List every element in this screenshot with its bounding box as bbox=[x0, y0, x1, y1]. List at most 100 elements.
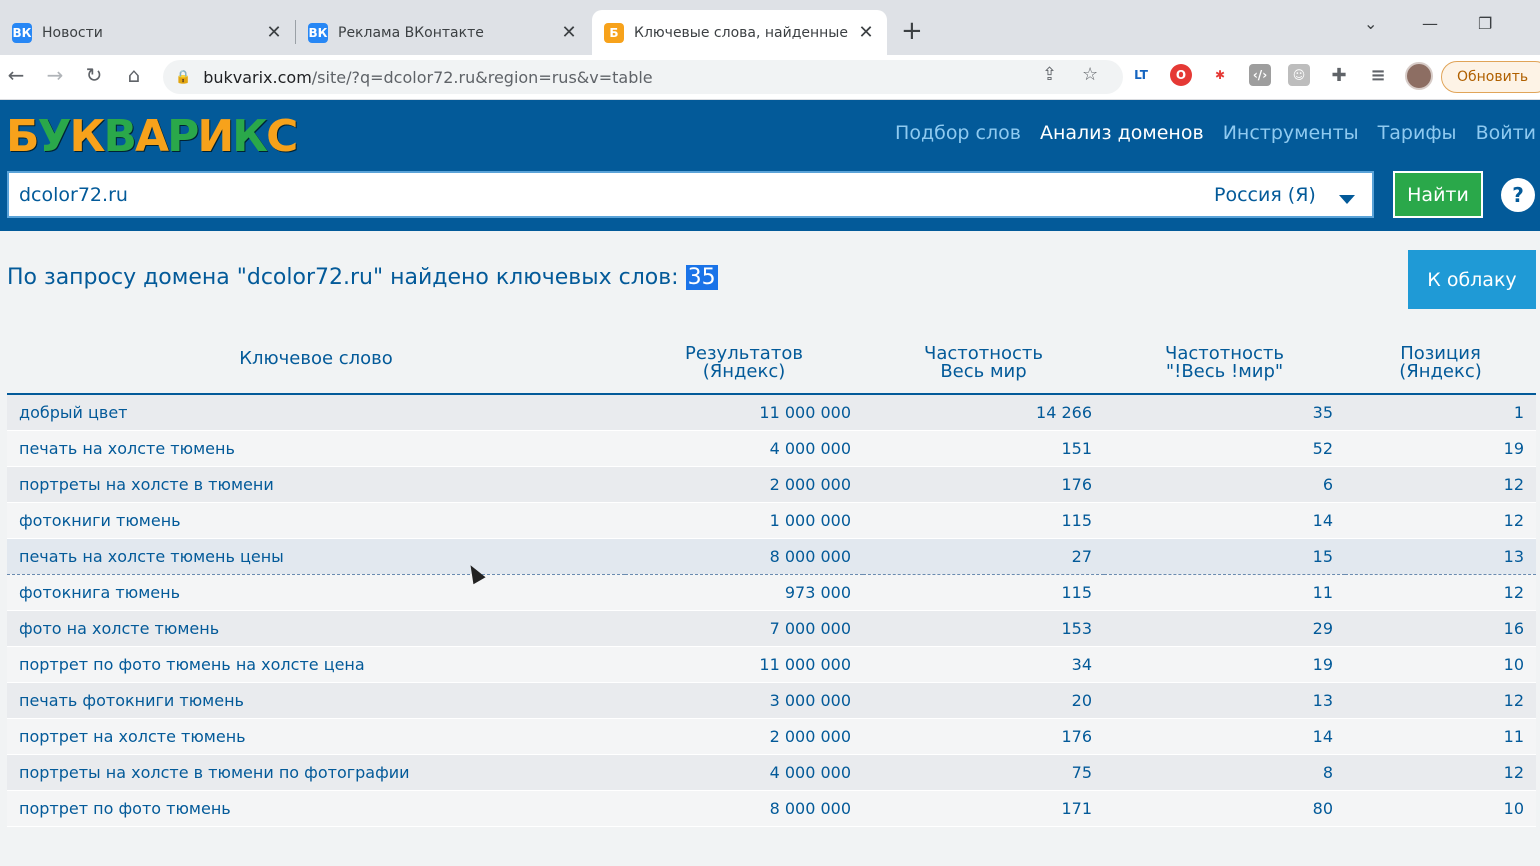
column-header-col-frequency-exact[interactable]: Частотность "!Весь !мир" bbox=[1104, 341, 1345, 395]
close-tab-icon[interactable]: ✕ bbox=[857, 22, 875, 43]
forward-arrow-icon[interactable]: → bbox=[42, 63, 68, 87]
column-header-label: Ключевое слово bbox=[239, 348, 393, 369]
keyword-cell[interactable]: портрет по фото тюмень bbox=[7, 790, 625, 827]
keyword-cell[interactable]: портреты на холсте в тюмени bbox=[7, 466, 625, 503]
home-icon[interactable]: ⌂ bbox=[121, 63, 147, 87]
value-cell: 12 bbox=[1345, 682, 1536, 719]
browser-tab[interactable]: ВК Новости ✕ bbox=[0, 10, 295, 55]
logo-letter: Б bbox=[6, 111, 40, 162]
value-cell: 12 bbox=[1345, 466, 1536, 503]
value-cell: 8 000 000 bbox=[625, 790, 863, 827]
table-row[interactable]: фото на холсте тюмень 7 000 000 153 29 16 bbox=[7, 610, 1536, 647]
keyword-cell[interactable]: фото на холсте тюмень bbox=[7, 610, 625, 647]
keyword-cell[interactable]: печать фотокниги тюмень bbox=[7, 682, 625, 719]
extensions-puzzle-icon[interactable]: ✚ bbox=[1328, 64, 1350, 86]
table-row[interactable]: печать на холсте тюмень цены 8 000 000 27 1… bbox=[7, 537, 1536, 575]
value-cell: 4 000 000 bbox=[625, 430, 863, 467]
find-button[interactable]: Найти bbox=[1393, 171, 1483, 218]
table-row[interactable]: портрет по фото тюмень на холсте цена 11 … bbox=[7, 646, 1536, 683]
minimize-icon[interactable]: — bbox=[1422, 14, 1438, 33]
reload-icon[interactable]: ↻ bbox=[81, 63, 107, 87]
search-query-value[interactable]: dcolor72.ru bbox=[19, 184, 128, 206]
restore-window-icon[interactable]: ❐ bbox=[1478, 14, 1492, 33]
table-row[interactable]: фотокниги тюмень 1 000 000 115 14 12 bbox=[7, 502, 1536, 539]
column-header-col-frequency-world[interactable]: Частотность Весь мир bbox=[863, 341, 1104, 395]
value-cell: 1 bbox=[1345, 394, 1536, 431]
share-icon[interactable]: ⇪ bbox=[1042, 64, 1057, 85]
keyword-cell[interactable]: печать на холсте тюмень bbox=[7, 430, 625, 467]
nav-item-domain-analysis[interactable]: Анализ доменов bbox=[1040, 122, 1204, 144]
nav-item-tools[interactable]: Инструменты bbox=[1223, 122, 1359, 144]
column-header-col-keyword[interactable]: Ключевое слово bbox=[7, 341, 625, 395]
value-cell: 12 bbox=[1345, 502, 1536, 539]
extension-code-icon[interactable]: ‹/› bbox=[1249, 64, 1271, 86]
domain-search-input[interactable]: dcolor72.ru Россия (Я) bbox=[7, 171, 1374, 218]
extension-lt-icon[interactable]: LT bbox=[1130, 64, 1152, 86]
nav-item-pricing[interactable]: Тарифы bbox=[1378, 122, 1457, 144]
profile-avatar[interactable] bbox=[1405, 62, 1433, 90]
bookmark-star-icon[interactable]: ☆ bbox=[1082, 64, 1098, 85]
value-cell: 75 bbox=[863, 754, 1104, 791]
bukvarix-favicon-icon: Б bbox=[604, 22, 624, 43]
logo-letter: А bbox=[135, 111, 169, 162]
nav-item-login[interactable]: Войти bbox=[1476, 122, 1536, 144]
value-cell: 34 bbox=[863, 646, 1104, 683]
keyword-cell[interactable]: печать на холсте тюмень цены bbox=[7, 537, 625, 575]
value-cell: 2 000 000 bbox=[625, 718, 863, 755]
address-bar[interactable]: 🔒 bukvarix.com/site/?q=dcolor72.ru&regio… bbox=[163, 60, 1123, 94]
results-summary: По запросу домена "dcolor72.ru" найдено … bbox=[7, 265, 718, 290]
keyword-cell[interactable]: добрый цвет bbox=[7, 394, 625, 431]
logo-letter: В bbox=[103, 111, 137, 162]
table-row[interactable]: портрет на холсте тюмень 2 000 000 176 14 11 bbox=[7, 718, 1536, 755]
value-cell: 10 bbox=[1345, 790, 1536, 827]
value-cell: 16 bbox=[1345, 610, 1536, 647]
extension-person-icon[interactable]: ☺ bbox=[1288, 64, 1310, 86]
table-header-row: Ключевое слово Результатов (Яндекс) Частотн… bbox=[7, 341, 1536, 395]
region-select[interactable]: Россия (Я) bbox=[1214, 184, 1316, 206]
value-cell: 52 bbox=[1104, 430, 1345, 467]
value-cell: 12 bbox=[1345, 754, 1536, 791]
to-cloud-button[interactable]: К облаку bbox=[1408, 250, 1536, 309]
close-tab-icon[interactable]: ✕ bbox=[265, 22, 283, 43]
nav-item-word-selection[interactable]: Подбор слов bbox=[895, 122, 1021, 144]
browser-tab-bar: ВК Новости ✕ ВК Реклама ВКонтакте ✕ Б Кл… bbox=[0, 0, 1540, 55]
column-header-col-results-yandex[interactable]: Результатов (Яндекс) bbox=[625, 341, 863, 395]
new-tab-plus-icon[interactable]: + bbox=[901, 18, 923, 44]
value-cell: 20 bbox=[863, 682, 1104, 719]
table-row[interactable]: портрет по фото тюмень 8 000 000 171 80 10 bbox=[7, 790, 1536, 827]
value-cell: 8 000 000 bbox=[625, 537, 863, 575]
tab-title: Новости bbox=[42, 24, 103, 41]
value-cell: 11 000 000 bbox=[625, 646, 863, 683]
extension-adblock-icon[interactable]: O bbox=[1170, 64, 1192, 86]
table-row[interactable]: печать на холсте тюмень 4 000 000 151 52 19 bbox=[7, 430, 1536, 467]
close-tab-icon[interactable]: ✕ bbox=[560, 22, 578, 43]
logo-letter: Р bbox=[167, 111, 199, 162]
keyword-cell[interactable]: фотокнига тюмень bbox=[7, 574, 625, 611]
tab-search-chevron-icon[interactable]: ⌄ bbox=[1364, 14, 1377, 33]
browser-tab-active[interactable]: Б Ключевые слова, найденные по ✕ bbox=[592, 10, 887, 55]
chevron-down-icon[interactable] bbox=[1339, 195, 1355, 204]
update-browser-button[interactable]: Обновить bbox=[1441, 61, 1540, 93]
column-header-sublabel: "!Весь !мир" bbox=[1165, 361, 1284, 382]
keyword-cell[interactable]: портреты на холсте в тюмени по фотографи… bbox=[7, 754, 625, 791]
browser-tab[interactable]: ВК Реклама ВКонтакте ✕ bbox=[296, 10, 590, 55]
help-icon[interactable]: ? bbox=[1501, 178, 1535, 212]
table-row[interactable]: портреты на холсте в тюмени по фотографи… bbox=[7, 754, 1536, 791]
url-text: bukvarix.com/site/?q=dcolor72.ru&region=… bbox=[203, 67, 653, 87]
tab-title: Ключевые слова, найденные по bbox=[634, 24, 851, 41]
value-cell: 11 bbox=[1345, 718, 1536, 755]
results-summary-text: По запросу домена "dcolor72.ru" найдено … bbox=[7, 265, 686, 290]
table-row[interactable]: печать фотокниги тюмень 3 000 000 20 13 12 bbox=[7, 682, 1536, 719]
column-header-col-position-yandex[interactable]: Позиция (Яндекс) bbox=[1345, 341, 1536, 395]
keyword-cell[interactable]: портрет на холсте тюмень bbox=[7, 718, 625, 755]
table-row[interactable]: портреты на холсте в тюмени 2 000 000 176 6… bbox=[7, 466, 1536, 503]
keyword-cell[interactable]: портрет по фото тюмень на холсте цена bbox=[7, 646, 625, 683]
keyword-cell[interactable]: фотокниги тюмень bbox=[7, 502, 625, 539]
back-arrow-icon[interactable]: ← bbox=[3, 63, 29, 87]
extension-gear-icon[interactable]: ✱ bbox=[1209, 64, 1231, 86]
reading-list-icon[interactable]: ≡ bbox=[1367, 64, 1389, 86]
vk-favicon-icon: ВК bbox=[308, 22, 328, 43]
table-row[interactable]: фотокнига тюмень 973 000 115 11 12 bbox=[7, 574, 1536, 611]
bukvarix-logo[interactable]: БУКВАРИКС bbox=[6, 110, 298, 162]
table-row[interactable]: добрый цвет 11 000 000 14 266 35 1 bbox=[7, 394, 1536, 431]
